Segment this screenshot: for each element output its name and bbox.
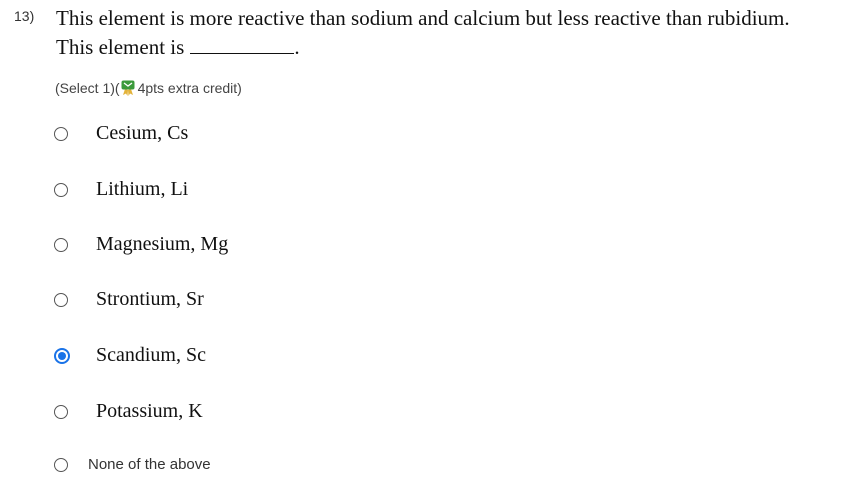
option-label: None of the above — [88, 456, 211, 473]
option-none-of-the-above[interactable]: None of the above — [54, 456, 211, 473]
question-text: This element is more reactive than sodiu… — [56, 4, 816, 62]
radio-button[interactable] — [54, 126, 68, 141]
option-scandium[interactable]: Scandium, Sc — [54, 344, 206, 367]
option-label: Magnesium, Mg — [96, 233, 229, 255]
question-text-body: This element is more reactive than sodiu… — [56, 6, 790, 59]
radio-button-selected[interactable] — [54, 347, 70, 364]
radio-button[interactable] — [54, 457, 68, 472]
option-label: Scandium, Sc — [96, 344, 206, 366]
option-magnesium[interactable]: Magnesium, Mg — [54, 233, 228, 256]
question-number: 13) — [14, 8, 35, 24]
option-label: Potassium, K — [96, 400, 203, 422]
radio-button[interactable] — [54, 237, 68, 252]
instruction-prefix: (Select 1)( — [55, 80, 120, 96]
option-lithium[interactable]: Lithium, Li — [54, 178, 188, 201]
instruction-suffix: 4pts extra credit) — [137, 80, 242, 96]
option-label: Strontium, Sr — [96, 288, 204, 310]
option-label: Cesium, Cs — [96, 122, 189, 144]
option-strontium[interactable]: Strontium, Sr — [54, 288, 204, 311]
award-ribbon-icon — [121, 80, 135, 96]
option-potassium[interactable]: Potassium, K — [54, 400, 203, 423]
radio-button[interactable] — [54, 182, 68, 197]
radio-button[interactable] — [54, 404, 68, 419]
instruction: (Select 1)( 4pts extra credit) — [55, 80, 242, 96]
option-cesium[interactable]: Cesium, Cs — [54, 122, 188, 145]
answer-blank — [190, 35, 295, 54]
radio-button[interactable] — [54, 292, 68, 307]
option-label: Lithium, Li — [96, 178, 189, 200]
question-trailing-punct: . — [294, 35, 300, 59]
